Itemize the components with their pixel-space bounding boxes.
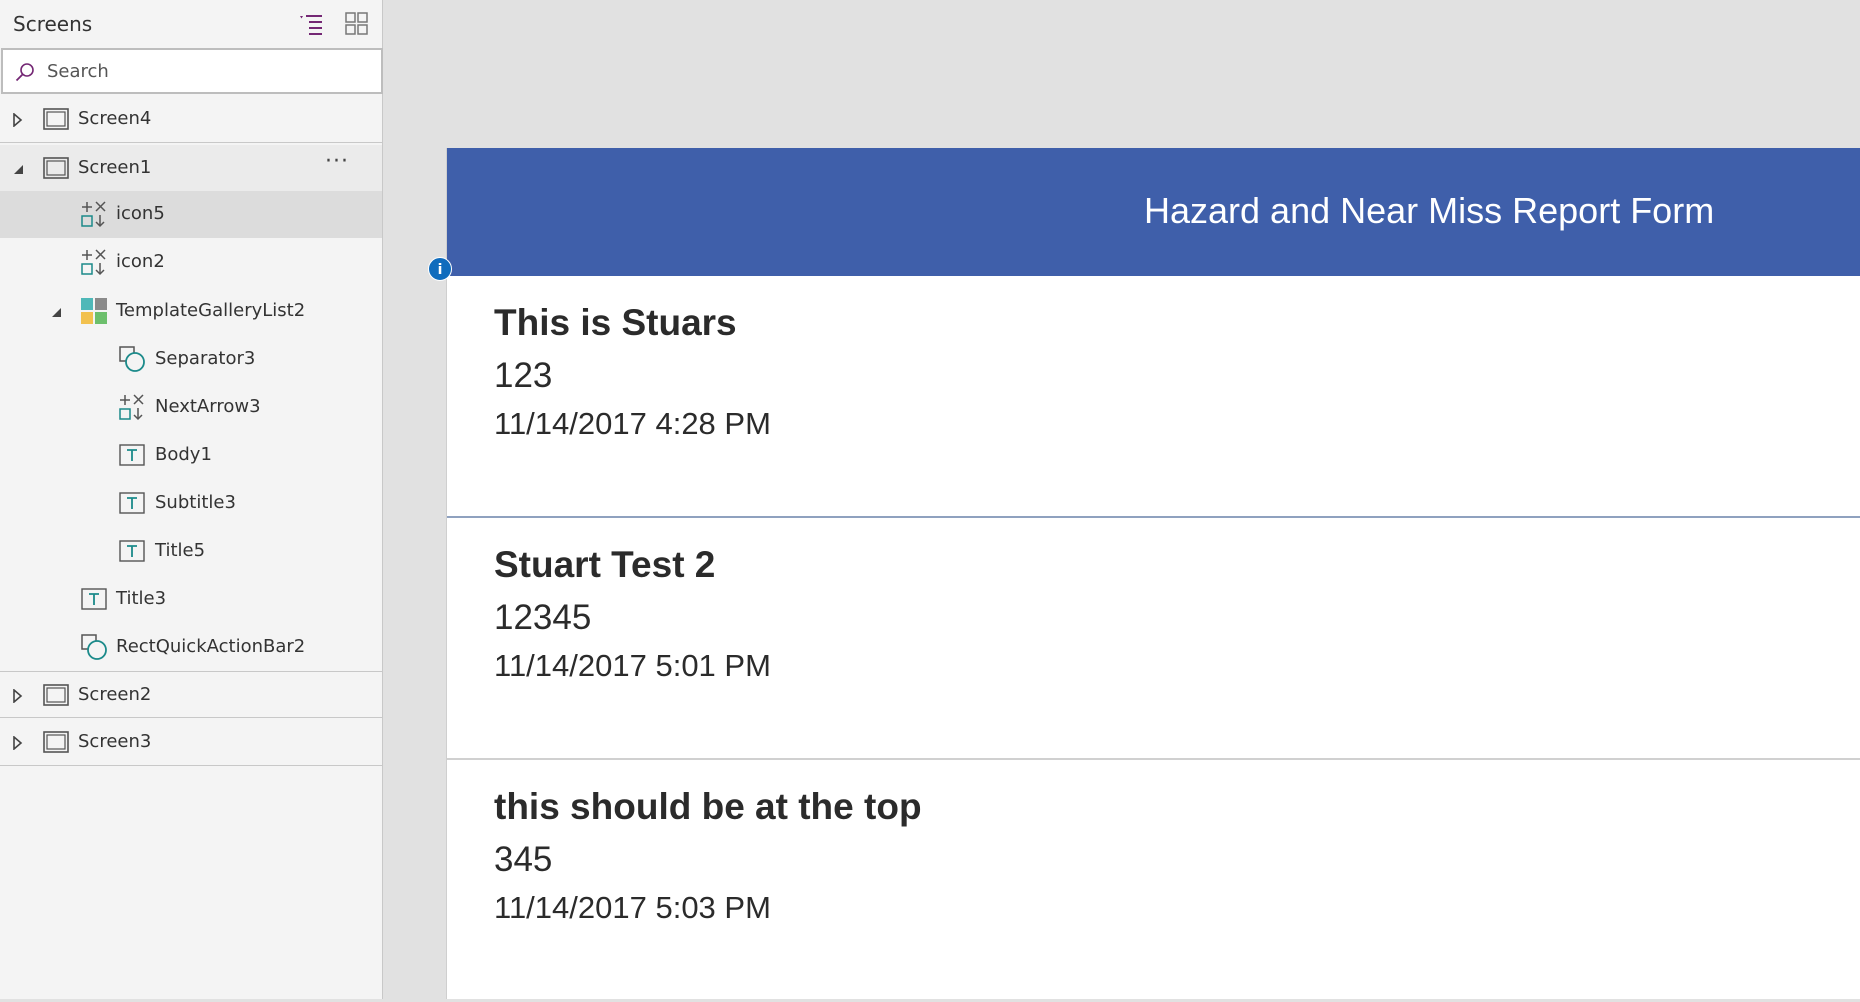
tree-item-icon5[interactable]: icon5 bbox=[0, 191, 382, 238]
tree-item-screen3[interactable]: Screen3 bbox=[0, 719, 382, 766]
thumbnail-view-icon[interactable] bbox=[343, 10, 371, 36]
caret-down-icon[interactable] bbox=[50, 304, 62, 318]
icon-control-icon bbox=[80, 248, 108, 276]
search-icon bbox=[15, 62, 35, 82]
tree-item-label: Screen1 bbox=[78, 157, 152, 178]
info-badge-icon[interactable]: i bbox=[428, 257, 452, 281]
screen-icon bbox=[42, 154, 70, 182]
gallery-item-subtitle[interactable]: 123 bbox=[494, 356, 552, 396]
gallery-item[interactable]: Stuart Test 2 12345 11/14/2017 5:01 PM bbox=[447, 518, 1860, 760]
app-screen-preview: Hazard and Near Miss Report Form This is… bbox=[446, 148, 1860, 999]
tree-panel-header: Screens bbox=[0, 0, 383, 48]
label-icon bbox=[80, 585, 108, 613]
shape-icon bbox=[118, 345, 146, 373]
tree-item-label: TemplateGalleryList2 bbox=[116, 300, 306, 321]
tree-item-label: Screen3 bbox=[78, 731, 152, 752]
tree-item-label: Separator3 bbox=[155, 348, 256, 369]
tree-view-icon[interactable] bbox=[296, 10, 324, 36]
tree-item-title5[interactable]: Title5 bbox=[0, 528, 382, 575]
icon-control-icon bbox=[80, 200, 108, 228]
gallery-item[interactable]: This is Stuars 123 11/14/2017 4:28 PM bbox=[447, 276, 1860, 518]
gallery-item-subtitle[interactable]: 345 bbox=[494, 840, 552, 880]
search-input[interactable] bbox=[47, 57, 367, 85]
tree-item-label: RectQuickActionBar2 bbox=[116, 636, 306, 657]
tree-item-subtitle3[interactable]: Subtitle3 bbox=[0, 480, 382, 527]
gallery-item-title[interactable]: This is Stuars bbox=[494, 302, 737, 344]
tree-item-label: icon5 bbox=[116, 203, 165, 224]
tree-item-rectquickactionbar2[interactable]: RectQuickActionBar2 bbox=[0, 624, 382, 671]
screen-icon bbox=[42, 105, 70, 133]
design-canvas: Hazard and Near Miss Report Form This is… bbox=[384, 0, 1860, 999]
tree-item-templategallerylist2[interactable]: TemplateGalleryList2 bbox=[0, 288, 382, 335]
gallery-item-title[interactable]: this should be at the top bbox=[494, 786, 922, 828]
caret-right-icon[interactable] bbox=[12, 735, 24, 751]
tree-item-label: Title3 bbox=[116, 588, 167, 609]
tree-item-screen2[interactable]: Screen2 bbox=[0, 671, 382, 718]
tree-item-label: Title5 bbox=[155, 540, 206, 561]
caret-right-icon[interactable] bbox=[12, 112, 24, 128]
tree-item-label: Subtitle3 bbox=[155, 492, 236, 513]
tree-item-label: Screen2 bbox=[78, 684, 152, 705]
tree-item-screen1[interactable]: Screen1 ··· bbox=[0, 145, 382, 192]
tree-item-body1[interactable]: Body1 bbox=[0, 432, 382, 479]
tree-item-screen4[interactable]: Screen4 bbox=[0, 96, 382, 143]
label-icon bbox=[118, 537, 146, 565]
tree-item-label: Body1 bbox=[155, 444, 212, 465]
tree-item-icon2[interactable]: icon2 bbox=[0, 239, 382, 286]
tree-item-separator3[interactable]: Separator3 bbox=[0, 336, 382, 383]
gallery-item-title[interactable]: Stuart Test 2 bbox=[494, 544, 715, 586]
caret-right-icon[interactable] bbox=[12, 688, 24, 704]
gallery-item-body[interactable]: 11/14/2017 5:03 PM bbox=[494, 890, 771, 926]
icon-control-icon bbox=[118, 393, 146, 421]
app-title-bar[interactable]: Hazard and Near Miss Report Form bbox=[447, 148, 1860, 276]
label-icon bbox=[118, 441, 146, 469]
gallery-item[interactable]: this should be at the top 345 11/14/2017… bbox=[447, 760, 1860, 1002]
shape-icon bbox=[80, 633, 108, 661]
tree-item-label: icon2 bbox=[116, 251, 165, 272]
tree-item-label: NextArrow3 bbox=[155, 396, 261, 417]
app-title[interactable]: Hazard and Near Miss Report Form bbox=[1144, 190, 1714, 232]
screen-icon bbox=[42, 728, 70, 756]
tree-item-title3[interactable]: Title3 bbox=[0, 576, 382, 623]
tree-item-label: Screen4 bbox=[78, 108, 152, 129]
label-icon bbox=[118, 489, 146, 517]
tree-item-nextarrow3[interactable]: NextArrow3 bbox=[0, 384, 382, 431]
more-options-button[interactable]: ··· bbox=[322, 149, 352, 179]
caret-down-icon[interactable] bbox=[12, 161, 24, 175]
gallery-icon bbox=[80, 297, 108, 325]
search-box[interactable] bbox=[1, 48, 383, 94]
gallery-item-body[interactable]: 11/14/2017 4:28 PM bbox=[494, 406, 771, 442]
screen-icon bbox=[42, 681, 70, 709]
gallery-item-subtitle[interactable]: 12345 bbox=[494, 598, 591, 638]
panel-title: Screens bbox=[13, 12, 93, 36]
screens-tree-panel: Screens Search Screen4 Screen1 ··· icon5… bbox=[0, 0, 383, 999]
gallery-item-body[interactable]: 11/14/2017 5:01 PM bbox=[494, 648, 771, 684]
